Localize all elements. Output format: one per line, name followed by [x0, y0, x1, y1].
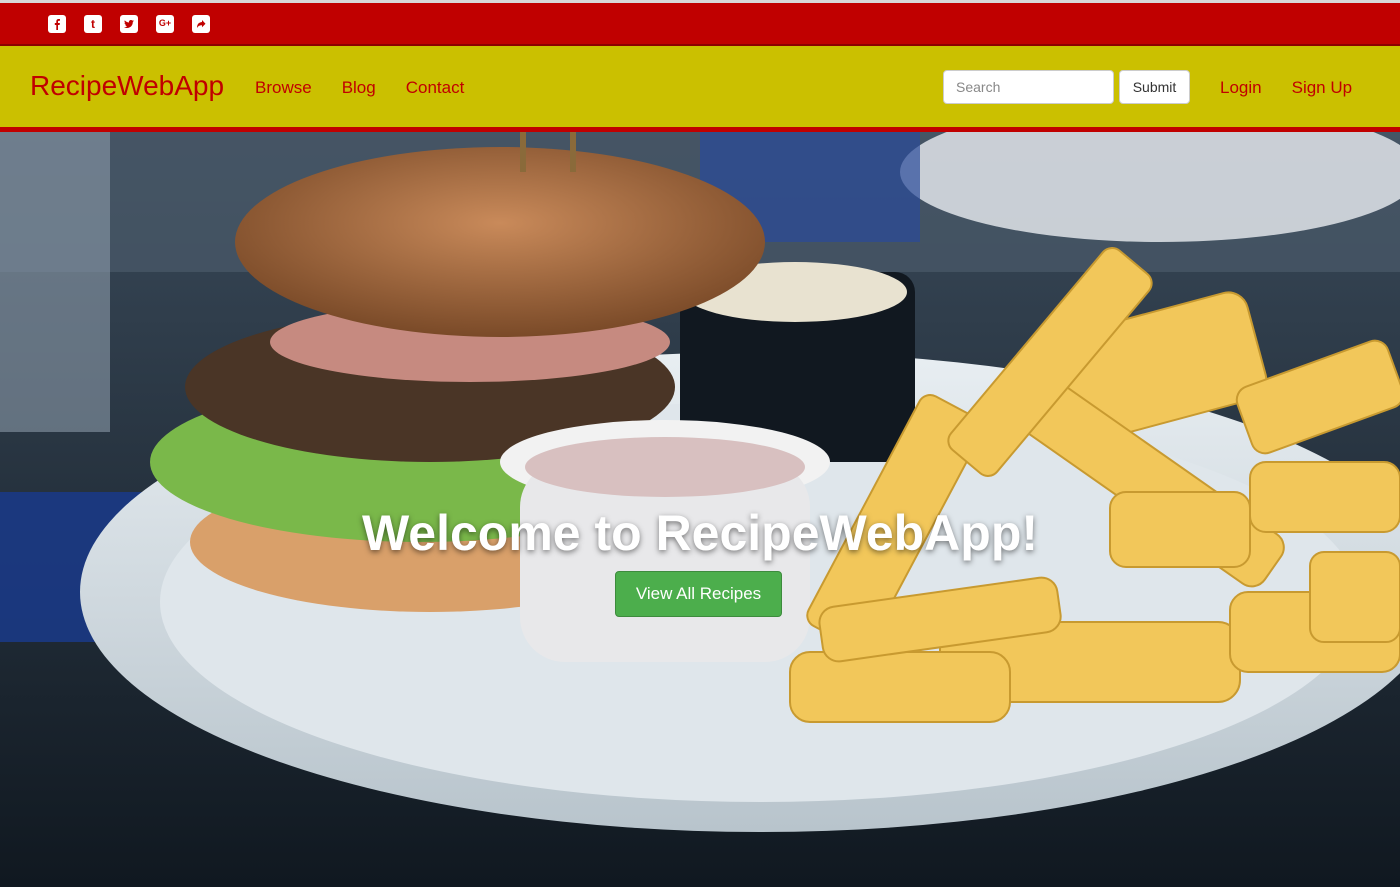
submit-button[interactable]: Submit [1119, 70, 1190, 104]
hero-title: Welcome to RecipeWebApp! [361, 505, 1039, 561]
nav-contact-link[interactable]: Contact [406, 78, 465, 98]
tumblr-icon[interactable]: t [84, 14, 102, 33]
navbar: RecipeWebApp Browse Blog Contact Submit … [0, 46, 1400, 132]
signup-link[interactable]: Sign Up [1292, 78, 1352, 98]
social-bar: t G+ [0, 0, 1400, 46]
brand-logo[interactable]: RecipeWebApp [30, 70, 224, 102]
google-plus-icon[interactable]: G+ [156, 14, 174, 33]
nav-blog-link[interactable]: Blog [342, 78, 376, 98]
hero-section: Welcome to RecipeWebApp! View All Recipe… [0, 132, 1400, 887]
view-all-recipes-button[interactable]: View All Recipes [615, 571, 782, 617]
facebook-icon[interactable] [48, 14, 66, 33]
nav-browse-link[interactable]: Browse [255, 78, 312, 98]
login-link[interactable]: Login [1220, 78, 1262, 98]
nav-links: Browse Blog Contact [255, 78, 464, 98]
search-input[interactable] [943, 70, 1114, 104]
share-icon[interactable] [192, 14, 210, 33]
twitter-icon[interactable] [120, 14, 138, 33]
auth-links: Login Sign Up [1220, 78, 1352, 98]
